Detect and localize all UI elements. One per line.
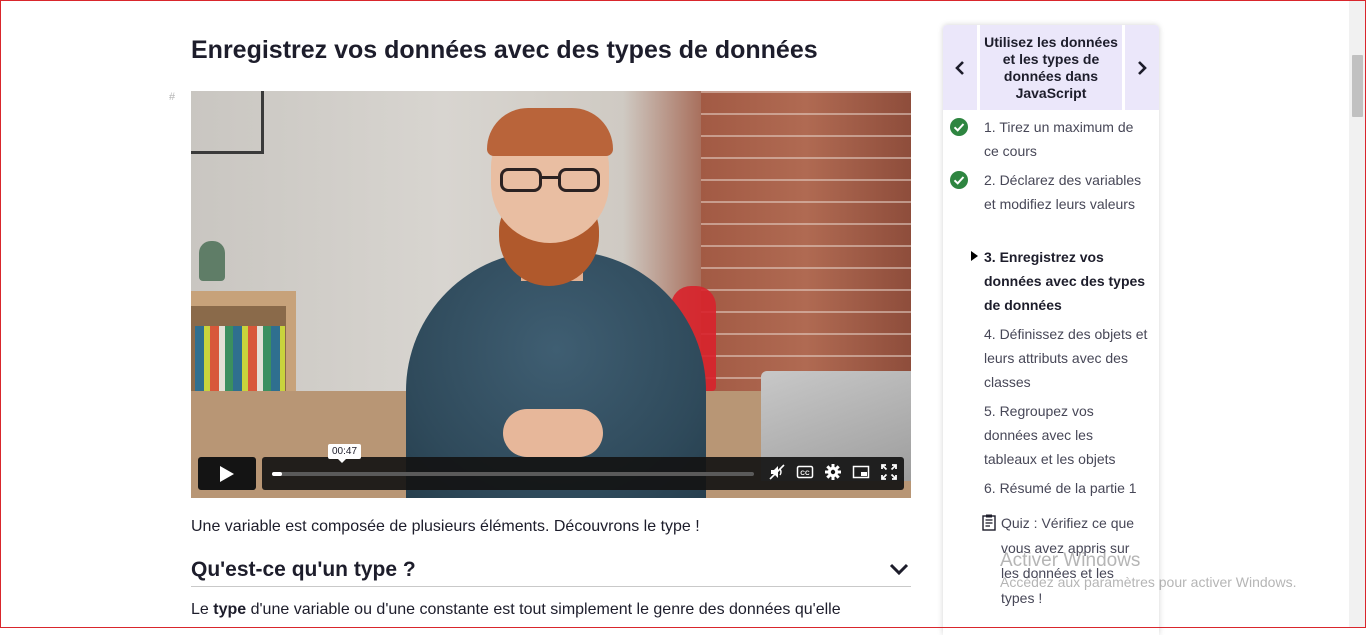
video-brick-wall xyxy=(701,91,911,401)
chapter-label: 6. Résumé de la partie 1 xyxy=(984,480,1137,496)
section-title: Qu'est-ce qu'un type ? xyxy=(191,558,416,581)
control-icons: CC xyxy=(768,463,898,485)
progress-bar[interactable] xyxy=(272,472,754,476)
chevron-down-icon[interactable] xyxy=(889,562,909,581)
scrollbar-thumb[interactable] xyxy=(1352,55,1363,117)
bold-term: type xyxy=(213,601,247,618)
play-icon xyxy=(220,466,234,482)
mute-icon[interactable] xyxy=(768,463,786,481)
chapter-label: 4. Définissez des objets et leurs attrib… xyxy=(984,326,1148,390)
page-title: Enregistrez vos données avec des types d… xyxy=(191,36,818,64)
check-circle-icon xyxy=(950,171,968,189)
chevron-left-icon xyxy=(955,60,964,75)
anchor-link[interactable]: # xyxy=(164,90,180,106)
control-bar: 00:47 CC xyxy=(262,444,904,490)
current-chapter-arrow-icon xyxy=(971,251,978,261)
sidebar-title-box: Utilisez les données et les types de don… xyxy=(980,25,1122,110)
presenter-hands xyxy=(503,409,603,457)
sidebar-title: Utilisez les données et les types de don… xyxy=(984,33,1118,101)
quiz-icon xyxy=(981,514,997,537)
presenter-hair xyxy=(487,108,613,156)
course-sidebar: Utilisez les données et les types de don… xyxy=(943,25,1159,635)
fullscreen-icon[interactable] xyxy=(880,463,898,481)
gear-icon[interactable] xyxy=(824,463,842,481)
video-controls: 00:47 CC xyxy=(198,444,904,491)
chapter-label: 5. Regroupez vos données avec les tablea… xyxy=(984,403,1116,467)
time-tooltip: 00:47 xyxy=(328,444,362,463)
intro-text: Une variable est composée de plusieurs é… xyxy=(191,518,700,535)
play-button[interactable] xyxy=(198,457,256,490)
svg-text:CC: CC xyxy=(800,470,810,477)
chapter-label: 1. Tirez un maximum de ce cours xyxy=(984,119,1134,159)
sidebar-header: Utilisez les données et les types de don… xyxy=(943,25,1159,111)
section-header[interactable]: Qu'est-ce qu'un type ? xyxy=(191,556,911,587)
picture-in-picture-icon[interactable] xyxy=(852,463,870,481)
previous-chapter-button[interactable] xyxy=(943,25,977,110)
captions-icon[interactable]: CC xyxy=(796,463,814,481)
video-plant xyxy=(199,241,225,281)
progress-fill xyxy=(272,472,282,476)
video-picture-frame xyxy=(191,91,264,154)
video-player[interactable]: 00:47 CC xyxy=(191,91,911,498)
chapter-label: Quiz : Vérifiez ce que vous avez appris … xyxy=(1001,515,1135,606)
page-scrollbar[interactable] xyxy=(1349,0,1366,628)
chapter-label: 3. Enregistrez vos données avec des type… xyxy=(984,249,1146,313)
presenter-glasses xyxy=(500,168,600,194)
next-chapter-button[interactable] xyxy=(1125,25,1159,110)
chevron-right-icon xyxy=(1138,60,1147,75)
check-circle-icon xyxy=(950,118,968,136)
chapter-label: 2. Déclarez des variables et modifiez le… xyxy=(984,172,1142,212)
body-paragraph: Le type d'une variable ou d'une constant… xyxy=(191,601,841,618)
